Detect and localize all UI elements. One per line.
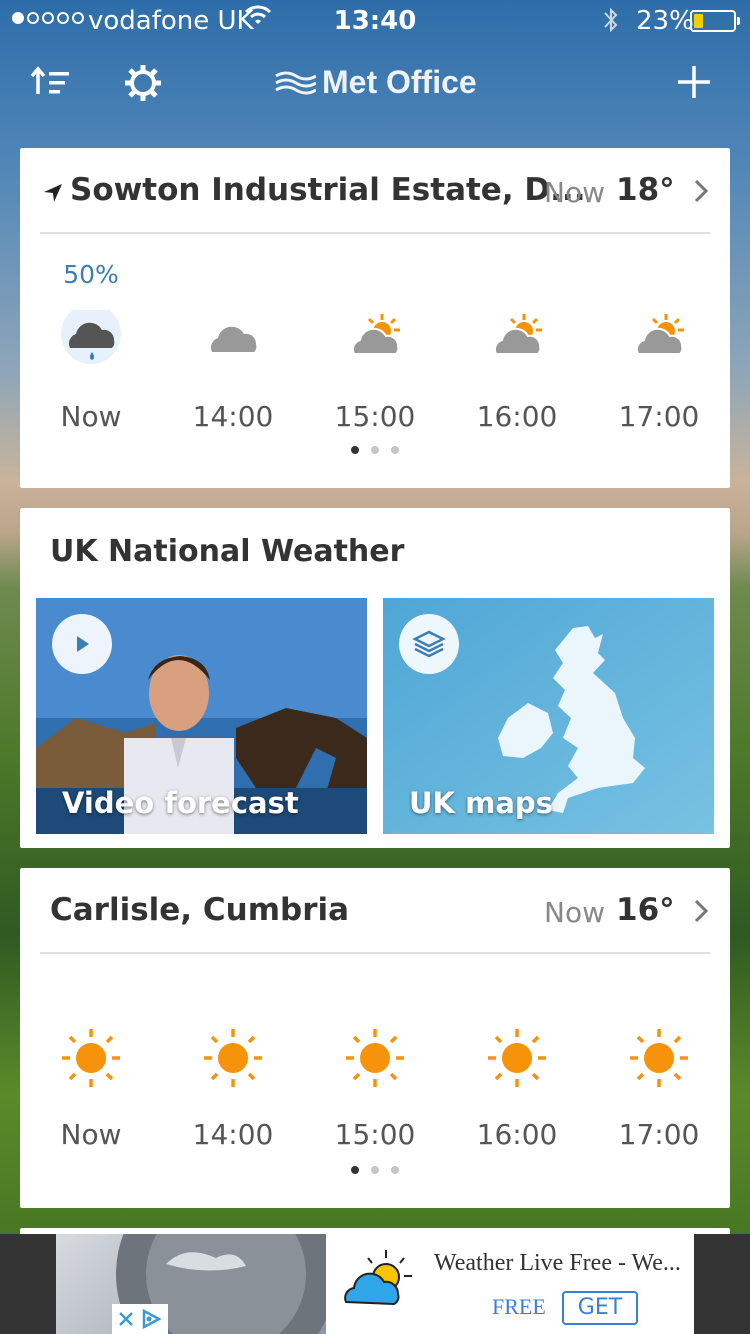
- sort-icon[interactable]: [30, 64, 72, 104]
- sun-icon: [588, 1018, 730, 1098]
- hour-item: 14:00: [162, 1018, 304, 1151]
- cloud-rain-icon: [20, 300, 162, 380]
- status-bar: vodafone UK 13:40 23%: [0, 0, 750, 40]
- location-header[interactable]: Carlisle, Cumbria Now 16°: [40, 868, 710, 954]
- gear-icon[interactable]: [122, 62, 164, 108]
- location-card-carlisle[interactable]: Carlisle, Cumbria Now 16° Now 14:00 15:0…: [20, 868, 730, 1208]
- location-arrow-icon: [42, 182, 64, 208]
- layers-icon: [412, 630, 446, 658]
- hour-item: Now: [20, 300, 162, 433]
- hour-time: 15:00: [334, 400, 416, 433]
- hourly-forecast[interactable]: Now 14:00 15:00 16:00 17:00: [20, 300, 730, 433]
- video-forecast-tile[interactable]: Video forecast: [36, 598, 367, 834]
- now-label: Now: [544, 896, 605, 929]
- sun-icon: [446, 1018, 588, 1098]
- precipitation-chance: 50%: [63, 260, 119, 289]
- hour-time: 15:00: [334, 1118, 416, 1151]
- ad-get-button[interactable]: GET: [562, 1291, 638, 1325]
- hour-time: 17:00: [618, 400, 700, 433]
- video-forecast-label: Video forecast: [62, 786, 299, 820]
- current-temperature: 16°: [616, 892, 675, 928]
- hour-item: 17:00: [588, 300, 730, 433]
- ad-app-icon[interactable]: [326, 1234, 430, 1334]
- battery-icon: [690, 10, 740, 32]
- hour-item: 14:00: [162, 300, 304, 433]
- adchoices-icon[interactable]: [140, 1308, 162, 1330]
- hour-time: 17:00: [618, 1118, 700, 1151]
- ad-choices[interactable]: [112, 1304, 168, 1334]
- layers-button[interactable]: [399, 614, 459, 674]
- hour-time: 16:00: [476, 400, 558, 433]
- hourly-forecast[interactable]: Now 14:00 15:00 16:00 17:00: [20, 1018, 730, 1151]
- sun-icon: [304, 1018, 446, 1098]
- ad-title: Weather Live Free - We...: [434, 1250, 681, 1276]
- location-name: Carlisle, Cumbria: [50, 892, 350, 928]
- uk-maps-tile[interactable]: UK maps: [383, 598, 714, 834]
- close-icon[interactable]: [116, 1309, 136, 1329]
- sun-cloud-icon: [588, 300, 730, 380]
- sun-cloud-icon: [304, 300, 446, 380]
- hour-time: 14:00: [192, 400, 274, 433]
- hour-item: 16:00: [446, 1018, 588, 1151]
- plus-icon[interactable]: [676, 64, 712, 104]
- battery-percentage: 23%: [636, 6, 694, 36]
- section-title: UK National Weather: [50, 534, 405, 569]
- hour-time: 16:00: [476, 1118, 558, 1151]
- hour-item: 16:00: [446, 300, 588, 433]
- page-indicator[interactable]: [20, 1166, 730, 1174]
- now-label: Now: [544, 176, 605, 209]
- sun-icon: [162, 1018, 304, 1098]
- play-icon: [77, 636, 89, 652]
- ad-free-label: FREE: [492, 1294, 546, 1319]
- chevron-right-icon: [692, 898, 710, 928]
- bluetooth-icon: [602, 5, 620, 42]
- met-office-logo: Met Office: [274, 64, 477, 101]
- cloud-icon: [162, 300, 304, 380]
- page-indicator[interactable]: [20, 446, 730, 454]
- ad-image: [56, 1234, 336, 1334]
- sun-cloud-icon: [446, 300, 588, 380]
- hour-time: 14:00: [192, 1118, 274, 1151]
- uk-national-weather-card: UK National Weather Video forecast UK ma…: [20, 508, 730, 848]
- location-name: Sowton Industrial Estate, D...: [70, 172, 586, 208]
- location-card-sowton[interactable]: Sowton Industrial Estate, D... Now 18° 5…: [20, 148, 730, 488]
- ad-content[interactable]: Weather Live Free - We... FREE GET: [56, 1234, 694, 1334]
- sun-icon: [20, 1018, 162, 1098]
- ad-banner[interactable]: Weather Live Free - We... FREE GET: [0, 1234, 750, 1334]
- location-header[interactable]: Sowton Industrial Estate, D... Now 18°: [40, 148, 710, 234]
- uk-maps-label: UK maps: [409, 786, 553, 820]
- hour-item: 15:00: [304, 300, 446, 433]
- hour-time: Now: [60, 400, 122, 433]
- current-temperature: 18°: [616, 172, 675, 208]
- chevron-right-icon: [692, 178, 710, 208]
- logo-text: Met Office: [322, 64, 477, 100]
- hour-item: Now: [20, 1018, 162, 1151]
- hour-item: 15:00: [304, 1018, 446, 1151]
- hour-item: 17:00: [588, 1018, 730, 1151]
- hour-time: Now: [60, 1118, 122, 1151]
- nav-bar: Met Office: [0, 50, 750, 120]
- play-button[interactable]: [52, 614, 112, 674]
